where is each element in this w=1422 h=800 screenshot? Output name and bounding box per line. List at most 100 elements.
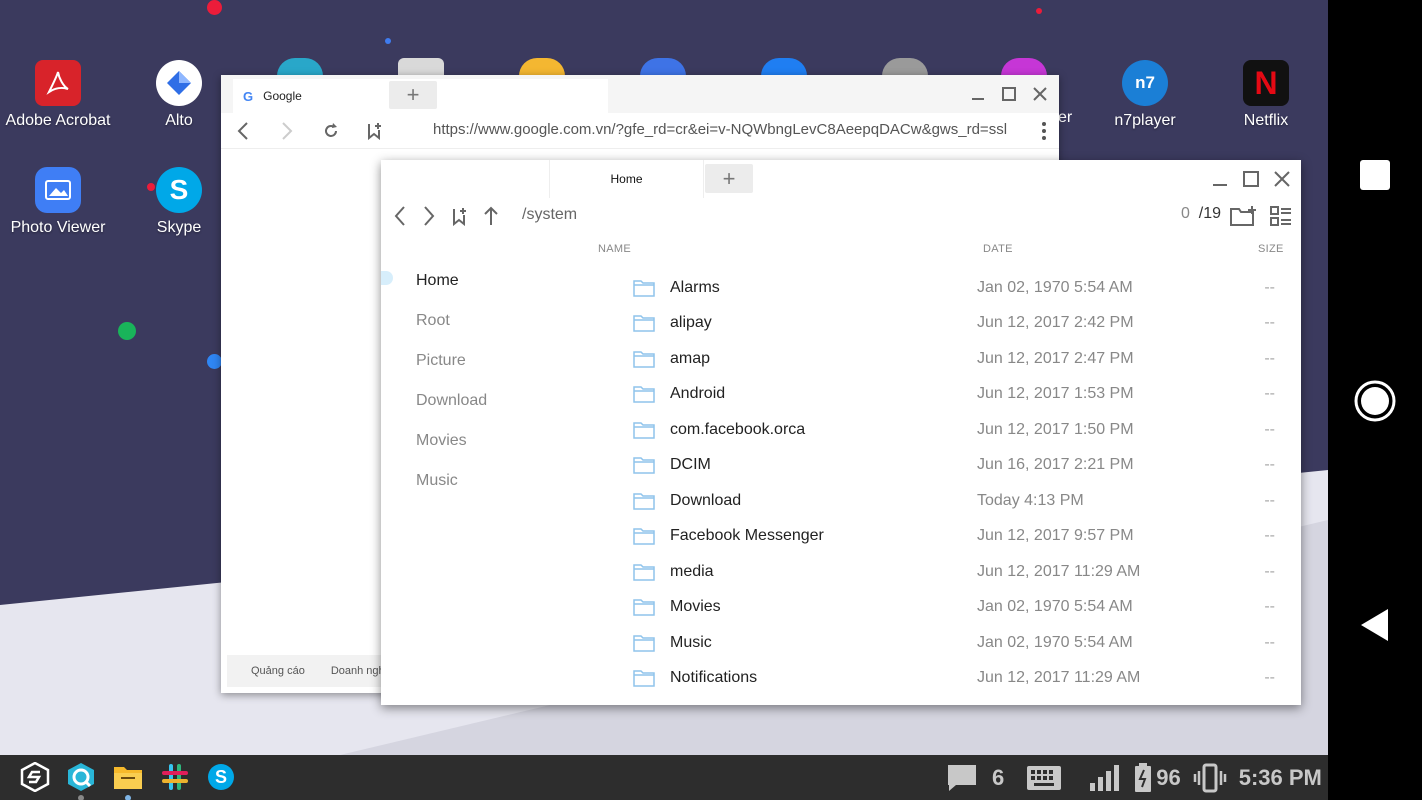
- column-header-date[interactable]: DATE: [983, 243, 1013, 255]
- reload-icon[interactable]: [309, 113, 353, 149]
- maximize-icon[interactable]: [1237, 166, 1264, 192]
- back-icon[interactable]: [385, 200, 415, 232]
- slack-icon[interactable]: [159, 761, 191, 793]
- fm-sidebar: Home Root Picture Download Movies Music: [416, 261, 596, 501]
- forward-icon[interactable]: [414, 200, 444, 232]
- file-name: DCIM: [670, 456, 711, 474]
- google-favicon-icon: G: [243, 88, 254, 104]
- desktop-icon-label: n7player: [1114, 112, 1176, 129]
- skype-icon: S: [156, 167, 202, 213]
- photo-viewer-icon: [35, 167, 81, 213]
- browser-new-tab-button[interactable]: +: [389, 81, 437, 109]
- folder-icon: [633, 493, 655, 510]
- file-size: --: [1264, 349, 1275, 367]
- column-header-size[interactable]: SIZE: [1258, 243, 1284, 255]
- file-size: --: [1264, 527, 1275, 545]
- footer-link[interactable]: Quảng cáo: [251, 665, 305, 677]
- browser-nav-bar: https://www.google.com.vn/?gfe_rd=cr&ei=…: [221, 113, 1059, 149]
- more-options-icon[interactable]: [1041, 122, 1047, 140]
- minimize-icon[interactable]: [1206, 166, 1233, 192]
- decor-dot: [207, 0, 222, 15]
- desktop-icon-label: Netflix: [1243, 112, 1289, 129]
- back-triangle-icon: [1361, 609, 1388, 641]
- selection-count: 0 /19: [1181, 205, 1221, 223]
- view-mode-icon[interactable]: [1266, 200, 1296, 232]
- notification-count: 6: [992, 764, 1005, 790]
- file-row[interactable]: Download Today 4:13 PM --: [633, 483, 1283, 519]
- adobe-acrobat-icon: [35, 60, 81, 106]
- file-row[interactable]: Facebook Messenger Jun 12, 2017 9:57 PM --: [633, 519, 1283, 555]
- recents-button[interactable]: [1328, 160, 1422, 190]
- forward-icon[interactable]: [265, 113, 309, 149]
- address-bar[interactable]: https://www.google.com.vn/?gfe_rd=cr&ei=…: [433, 121, 1018, 138]
- file-row[interactable]: com.facebook.orca Jun 12, 2017 1:50 PM --: [633, 412, 1283, 448]
- close-icon[interactable]: [1268, 166, 1295, 192]
- back-icon[interactable]: [221, 113, 265, 149]
- new-folder-icon[interactable]: [1228, 200, 1258, 232]
- maximize-icon[interactable]: [995, 81, 1022, 107]
- fm-tab-home[interactable]: Home: [549, 160, 704, 198]
- file-row[interactable]: Music Jan 02, 1970 5:54 AM --: [633, 625, 1283, 661]
- file-row[interactable]: Notifications Jun 12, 2017 11:29 AM --: [633, 661, 1283, 697]
- battery-level: 96: [1156, 764, 1181, 790]
- sentio-icon[interactable]: [19, 761, 51, 793]
- bookmark-add-icon[interactable]: [353, 113, 397, 149]
- sidebar-item-home[interactable]: Home: [416, 261, 596, 301]
- running-indicator: [78, 795, 84, 800]
- file-row[interactable]: Alarms Jan 02, 1970 5:54 AM --: [633, 270, 1283, 306]
- parent-folder-icon[interactable]: [476, 200, 506, 232]
- file-row[interactable]: media Jun 12, 2017 11:29 AM --: [633, 554, 1283, 590]
- fm-new-tab-button[interactable]: +: [705, 164, 753, 193]
- column-header-name[interactable]: NAME: [598, 243, 631, 255]
- alto-icon: [156, 60, 202, 106]
- file-name: Android: [670, 385, 726, 403]
- desktop-icon-adobe-acrobat[interactable]: Adobe Acrobat: [0, 60, 118, 130]
- file-row[interactable]: DCIM Jun 16, 2017 2:21 PM --: [633, 448, 1283, 484]
- fm-toolbar: /system 0 /19: [381, 198, 1301, 234]
- file-row[interactable]: amap Jun 12, 2017 2:47 PM --: [633, 341, 1283, 377]
- total-count: /19: [1198, 205, 1222, 222]
- sidebar-item-movies[interactable]: Movies: [416, 421, 596, 461]
- path-bar[interactable]: /system: [522, 206, 577, 224]
- desktop-icon-n7player[interactable]: n7 n7player: [1085, 60, 1205, 130]
- fm-window-controls: [1206, 166, 1295, 192]
- file-name: alipay: [670, 314, 712, 332]
- sidebar-item-music[interactable]: Music: [416, 461, 596, 501]
- file-row[interactable]: alipay Jun 12, 2017 2:42 PM --: [633, 306, 1283, 342]
- file-date: Jun 12, 2017 2:42 PM: [977, 314, 1134, 332]
- svg-text:S: S: [215, 767, 227, 787]
- back-button[interactable]: [1328, 608, 1422, 642]
- minimize-icon[interactable]: [964, 81, 991, 107]
- footer-link[interactable]: Doanh nghi: [331, 665, 387, 677]
- desktop-icon-photo-viewer[interactable]: Photo Viewer: [0, 167, 118, 237]
- close-icon[interactable]: [1026, 81, 1053, 107]
- browser-tab-bar: G Google +: [221, 75, 1059, 113]
- file-size: --: [1264, 420, 1275, 438]
- n7player-icon: n7: [1122, 60, 1168, 106]
- desktop-icon-netflix[interactable]: N Netflix: [1206, 60, 1326, 130]
- file-size: --: [1264, 456, 1275, 474]
- sidebar-item-picture[interactable]: Picture: [416, 341, 596, 381]
- file-size: --: [1264, 598, 1275, 616]
- selection-indicator: [381, 271, 393, 285]
- sidebar-item-root[interactable]: Root: [416, 301, 596, 341]
- fm-tab-bar: Home +: [381, 160, 1301, 198]
- selected-count: 0: [1181, 205, 1190, 222]
- bookmark-add-icon[interactable]: [445, 200, 475, 232]
- browser-icon[interactable]: [65, 761, 97, 793]
- folder-icon: [633, 280, 655, 297]
- folder-icon: [633, 564, 655, 581]
- file-manager-icon[interactable]: [112, 761, 144, 793]
- desktop-icon-label: Adobe Acrobat: [5, 112, 111, 129]
- skype-icon[interactable]: S: [205, 761, 237, 793]
- notification-icon[interactable]: [946, 763, 978, 793]
- folder-icon: [633, 457, 655, 474]
- file-row[interactable]: Android Jun 12, 2017 1:53 PM --: [633, 377, 1283, 413]
- file-row[interactable]: Movies Jan 02, 1970 5:54 AM --: [633, 590, 1283, 626]
- file-date: Jun 12, 2017 11:29 AM: [977, 669, 1141, 687]
- home-button[interactable]: [1328, 379, 1422, 423]
- decor-dot: [385, 38, 391, 44]
- keyboard-icon[interactable]: [1026, 765, 1062, 791]
- file-size: --: [1264, 491, 1275, 509]
- sidebar-item-download[interactable]: Download: [416, 381, 596, 421]
